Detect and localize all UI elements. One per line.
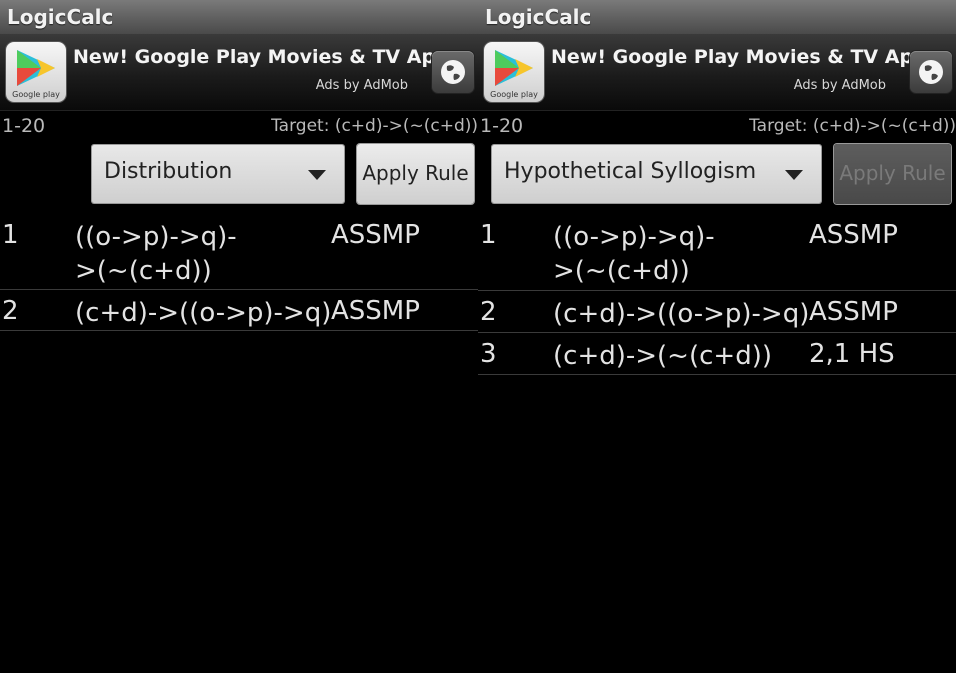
proof-row[interactable]: 1 ((o->p)->q)->(~(c+d)) ASSMP bbox=[0, 214, 478, 290]
ad-logo-text: Google play bbox=[12, 90, 60, 99]
proof-row[interactable]: 3 (c+d)->(~(c+d)) 2,1 HS bbox=[478, 333, 956, 375]
row-number: 1 bbox=[480, 220, 497, 250]
globe-icon[interactable] bbox=[910, 51, 952, 93]
row-justification: ASSMP bbox=[809, 220, 898, 250]
range-label: 1-20 bbox=[480, 115, 524, 137]
row-justification: ASSMP bbox=[331, 296, 420, 326]
globe-icon[interactable] bbox=[432, 51, 474, 93]
app-title: LogicCalc bbox=[485, 5, 592, 29]
screen-left: LogicCalc Google play New! Google Play M… bbox=[0, 0, 478, 673]
row-expression: ((o->p)->q)->(~(c+d)) bbox=[553, 222, 715, 286]
row-justification: ASSMP bbox=[331, 220, 420, 250]
row-number: 2 bbox=[2, 296, 19, 326]
ad-title[interactable]: New! Google Play Movies & TV App bbox=[73, 46, 449, 68]
title-bar: LogicCalc bbox=[0, 0, 478, 34]
proof-row[interactable]: 2 (c+d)->((o->p)->q) ASSMP bbox=[0, 290, 478, 331]
chevron-down-icon bbox=[308, 170, 326, 180]
target-label: Target: (c+d)->(~(c+d)) bbox=[749, 116, 956, 136]
proof-row[interactable]: 2 (c+d)->((o->p)->q) ASSMP bbox=[478, 291, 956, 333]
title-bar: LogicCalc bbox=[478, 0, 956, 34]
apply-rule-button[interactable]: Apply Rule bbox=[357, 144, 474, 204]
row-expression: (c+d)->((o->p)->q) bbox=[553, 299, 810, 329]
row-expression: (c+d)->((o->p)->q) bbox=[75, 298, 332, 328]
apply-rule-button[interactable]: Apply Rule bbox=[834, 144, 951, 204]
ad-banner[interactable]: Google play New! Google Play Movies & TV… bbox=[0, 34, 478, 111]
range-label: 1-20 bbox=[2, 115, 46, 137]
rule-dropdown-value: Hypothetical Syllogism bbox=[504, 159, 757, 184]
row-justification: 2,1 HS bbox=[809, 339, 895, 369]
ad-logo-text: Google play bbox=[490, 90, 538, 99]
ad-banner[interactable]: Google play New! Google Play Movies & TV… bbox=[478, 34, 956, 111]
row-expression: (c+d)->(~(c+d)) bbox=[553, 341, 772, 371]
apply-rule-label: Apply Rule bbox=[362, 161, 469, 185]
chevron-down-icon bbox=[785, 170, 803, 180]
ad-title[interactable]: New! Google Play Movies & TV App bbox=[551, 46, 927, 68]
row-expression: ((o->p)->q)->(~(c+d)) bbox=[75, 222, 237, 286]
ad-subtitle: Ads by AdMob bbox=[315, 78, 408, 93]
rule-dropdown[interactable]: Distribution bbox=[92, 145, 344, 203]
rule-dropdown-value: Distribution bbox=[104, 159, 233, 184]
rule-dropdown[interactable]: Hypothetical Syllogism bbox=[492, 145, 821, 203]
row-number: 3 bbox=[480, 339, 497, 369]
row-number: 1 bbox=[2, 220, 19, 250]
target-label: Target: (c+d)->(~(c+d)) bbox=[271, 116, 478, 136]
apply-rule-label: Apply Rule bbox=[839, 161, 946, 185]
ad-subtitle: Ads by AdMob bbox=[793, 78, 886, 93]
row-number: 2 bbox=[480, 297, 497, 327]
screen-right: LogicCalc Google play New! Google Play M… bbox=[478, 0, 956, 673]
proof-row[interactable]: 1 ((o->p)->q)->(~(c+d)) ASSMP bbox=[478, 214, 956, 291]
app-title: LogicCalc bbox=[7, 5, 114, 29]
row-justification: ASSMP bbox=[809, 297, 898, 327]
google-play-icon[interactable]: Google play bbox=[6, 42, 66, 102]
google-play-icon[interactable]: Google play bbox=[484, 42, 544, 102]
